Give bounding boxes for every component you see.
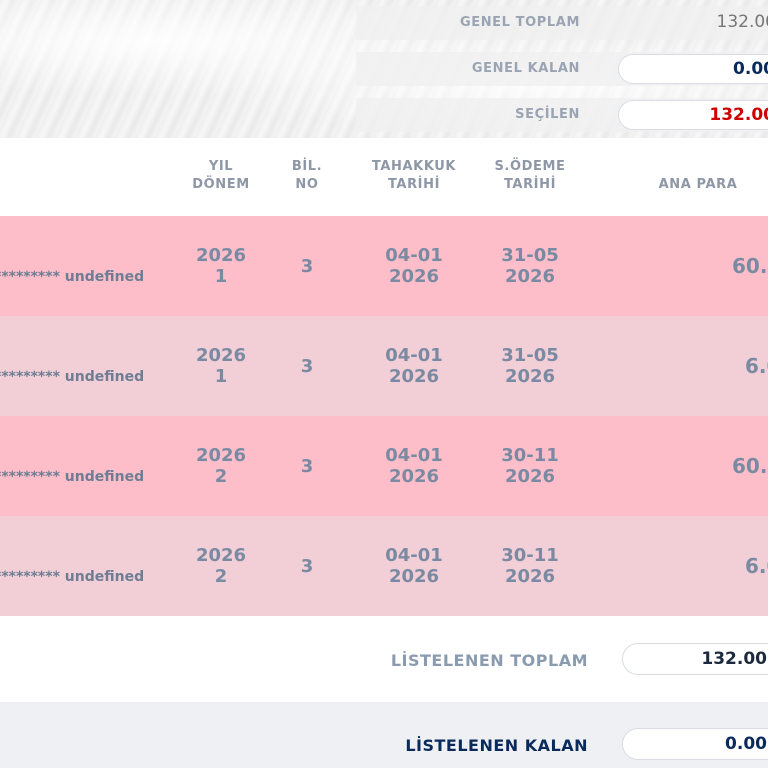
genel-kalan-row: GENEL KALAN 0.00 [356, 52, 768, 86]
col-header-no: NO [295, 177, 319, 192]
col-header-tahakkuk[interactable]: TAHAKKUK TARİHİ [362, 158, 466, 194]
cell-tahakkuk-year: 2026 [388, 366, 440, 387]
cell-sodeme-date: 30-11 [501, 545, 559, 566]
table-row[interactable]: ********* undefined 2026 2 3 04-01 2026 30… [0, 516, 768, 616]
masked-text: ********* [0, 269, 60, 285]
listelenen-kalan-field[interactable]: 0.00 [622, 728, 768, 760]
cell-ana-para: 60.00 [732, 254, 768, 278]
cell-tahakkuk-year: 2026 [388, 466, 440, 487]
col-header-sodeme-line1: S.ÖDEME [494, 159, 566, 174]
table-row[interactable]: ********* undefined 2026 2 3 04-01 2026 30… [0, 416, 768, 516]
cell-sodeme: 31-05 2026 [486, 245, 574, 287]
table-row[interactable]: ********* undefined 2026 1 3 04-01 2026 31… [0, 316, 768, 416]
cell-sodeme-year: 2026 [504, 466, 556, 487]
secilen-label: SEÇİLEN [515, 107, 580, 122]
cell-tahakkuk: 04-01 2026 [362, 245, 466, 287]
secilen-field[interactable]: 132.00 [618, 100, 768, 130]
cell-ana-para: 6.00 [745, 554, 768, 578]
cell-yil: 2026 [195, 445, 247, 466]
row-description: ********* undefined [0, 269, 144, 285]
cell-sodeme: 30-11 2026 [486, 445, 574, 487]
cell-yil: 2026 [195, 245, 247, 266]
cell-donem: 1 [214, 366, 228, 387]
listelenen-toplam-field[interactable]: 132.00 [622, 643, 768, 675]
col-header-tahakkuk-line2: TARİHİ [387, 177, 441, 192]
masked-text: ********* [0, 369, 60, 385]
description-text: undefined [64, 569, 145, 585]
cell-donem: 2 [214, 466, 228, 487]
col-header-bil: BİL. [291, 159, 323, 174]
table-row[interactable]: ********* undefined 2026 1 3 04-01 2026 31… [0, 216, 768, 316]
cell-yil-donem: 2026 1 [188, 345, 254, 387]
cell-sodeme-date: 31-05 [501, 345, 559, 366]
table-header: YIL DÖNEM BİL. NO TAHAKKUK TARİHİ S.ÖDEM… [0, 138, 768, 216]
col-header-donem: DÖNEM [192, 177, 250, 192]
cell-sodeme: 30-11 2026 [486, 545, 574, 587]
row-description: ********* undefined [0, 469, 144, 485]
col-header-bil-no[interactable]: BİL. NO [282, 158, 332, 194]
cell-bil-no: 3 [300, 256, 314, 277]
row-description: ********* undefined [0, 369, 144, 385]
summary-panel: GENEL TOPLAM 132.00 GENEL KALAN 0.00 SEÇ… [0, 0, 768, 138]
cell-sodeme-date: 31-05 [501, 245, 559, 266]
cell-yil: 2026 [195, 545, 247, 566]
cell-sodeme-year: 2026 [504, 266, 556, 287]
cell-tahakkuk-year: 2026 [388, 566, 440, 587]
cell-sodeme-year: 2026 [504, 366, 556, 387]
cell-donem: 2 [214, 566, 228, 587]
masked-text: ********* [0, 469, 60, 485]
col-header-sodeme[interactable]: S.ÖDEME TARİHİ [486, 158, 574, 194]
cell-tahakkuk-date: 04-01 [385, 445, 443, 466]
cell-tahakkuk: 04-01 2026 [362, 445, 466, 487]
cell-sodeme-year: 2026 [504, 566, 556, 587]
masked-text: ********* [0, 569, 60, 585]
cell-yil: 2026 [195, 345, 247, 366]
secilen-row: SEÇİLEN 132.00 [356, 98, 768, 132]
col-header-tahakkuk-line1: TAHAKKUK [371, 159, 457, 174]
cell-bil-no: 3 [300, 356, 314, 377]
description-text: undefined [64, 269, 145, 285]
cell-tahakkuk: 04-01 2026 [362, 545, 466, 587]
description-text: undefined [64, 369, 145, 385]
row-description: ********* undefined [0, 569, 144, 585]
cell-tahakkuk-date: 04-01 [385, 345, 443, 366]
cell-tahakkuk-date: 04-01 [385, 245, 443, 266]
col-header-ana-para[interactable]: ANA PARA [640, 176, 756, 194]
col-header-yil: YIL [208, 159, 234, 174]
listelenen-kalan-label: LİSTELENEN KALAN [405, 736, 588, 755]
genel-toplam-label: GENEL TOPLAM [459, 15, 580, 30]
cell-donem: 1 [214, 266, 228, 287]
cell-yil-donem: 2026 1 [188, 245, 254, 287]
col-header-sodeme-line2: TARİHİ [503, 177, 557, 192]
col-header-yil-donem[interactable]: YIL DÖNEM [188, 158, 254, 194]
cell-ana-para: 60.00 [732, 454, 768, 478]
description-text: undefined [64, 469, 145, 485]
col-header-ana-para-label: ANA PARA [658, 177, 738, 192]
cell-sodeme-date: 30-11 [501, 445, 559, 466]
listelenen-toplam-label: LİSTELENEN TOPLAM [390, 651, 588, 670]
cell-tahakkuk-date: 04-01 [385, 545, 443, 566]
genel-kalan-label: GENEL KALAN [471, 61, 580, 76]
listelenen-kalan-row: LİSTELENEN KALAN 0.00 [0, 702, 768, 768]
cell-yil-donem: 2026 2 [188, 445, 254, 487]
listelenen-toplam-row: LİSTELENEN TOPLAM 132.00 [0, 616, 768, 702]
genel-toplam-value: 132.00 [716, 12, 768, 32]
genel-kalan-field[interactable]: 0.00 [618, 54, 768, 84]
cell-bil-no: 3 [300, 556, 314, 577]
cell-bil-no: 3 [300, 456, 314, 477]
cell-tahakkuk-year: 2026 [388, 266, 440, 287]
genel-toplam-row: GENEL TOPLAM 132.00 [356, 6, 768, 40]
cell-yil-donem: 2026 2 [188, 545, 254, 587]
cell-sodeme: 31-05 2026 [486, 345, 574, 387]
cell-tahakkuk: 04-01 2026 [362, 345, 466, 387]
page: GENEL TOPLAM 132.00 GENEL KALAN 0.00 SEÇ… [0, 0, 768, 768]
cell-ana-para: 6.00 [745, 354, 768, 378]
